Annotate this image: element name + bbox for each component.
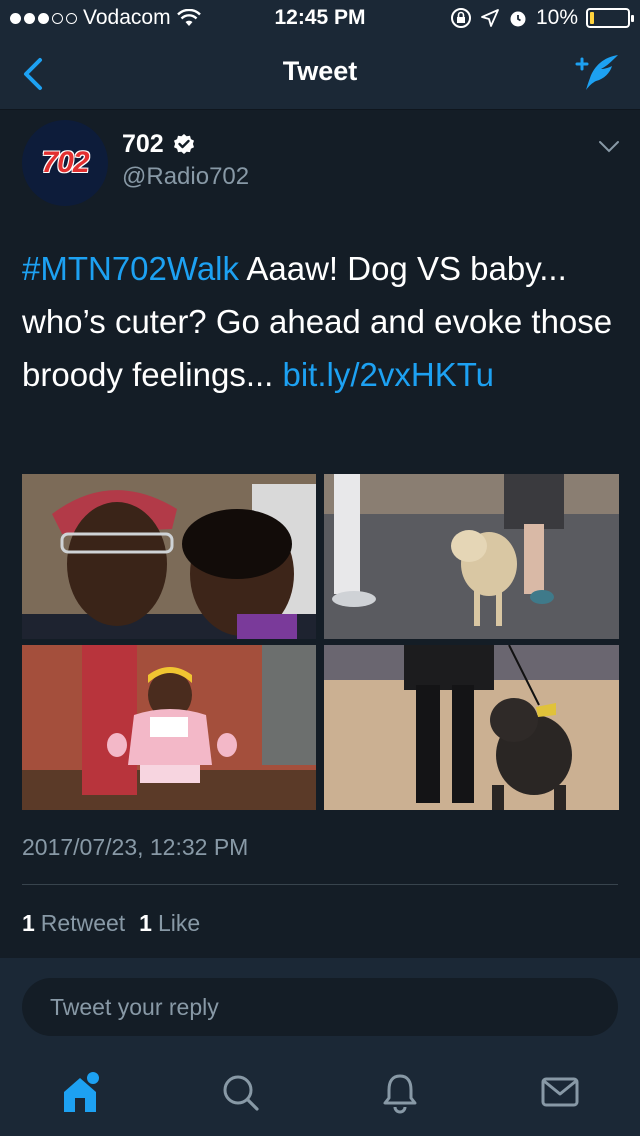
- tweet-timestamp: 2017/07/23, 12:32 PM: [22, 834, 249, 860]
- likes-stat[interactable]: 1 Like: [139, 910, 200, 937]
- author-name-row[interactable]: 702: [122, 130, 196, 159]
- retweet-label: Retweet: [40, 910, 126, 936]
- photo-toddler[interactable]: [22, 645, 316, 810]
- retweets-stat[interactable]: 1 Retweet: [22, 910, 125, 937]
- photo-dog-walk[interactable]: [324, 474, 619, 639]
- photo-man-and-child[interactable]: [22, 474, 316, 639]
- author-handle[interactable]: @Radio702: [122, 163, 249, 191]
- battery-percent: 10%: [535, 6, 578, 29]
- photo-pitbull[interactable]: [324, 645, 619, 810]
- location-icon: [481, 9, 499, 27]
- man-and-child-illustration: [22, 474, 316, 639]
- home-icon[interactable]: [60, 1070, 100, 1114]
- toddler-illustration: [22, 645, 316, 810]
- messages-envelope-icon[interactable]: [540, 1070, 580, 1114]
- avatar[interactable]: 702: [22, 120, 108, 206]
- url-link[interactable]: bit.ly/2vxHKTu: [283, 356, 495, 393]
- alarm-icon: [510, 11, 526, 27]
- battery-icon: [586, 8, 634, 28]
- verified-badge-icon: [173, 133, 194, 154]
- pitbull-illustration: [324, 645, 619, 810]
- avatar-logo-text: 702: [41, 146, 89, 179]
- navigation-bar: Tweet: [0, 36, 640, 110]
- media-grid: [22, 474, 619, 810]
- hashtag-link[interactable]: #MTN702Walk: [22, 250, 239, 287]
- retweet-count: 1: [22, 910, 35, 936]
- lock-rotation-icon: [450, 8, 471, 28]
- tweet-stats: 1 Retweet 1 Like: [22, 910, 200, 937]
- page-title: Tweet: [282, 56, 358, 86]
- compose-tweet-icon[interactable]: [574, 52, 622, 94]
- status-bar: Vodacom 12:45 PM 10%: [0, 0, 640, 36]
- chevron-down-icon[interactable]: [598, 140, 620, 154]
- like-label: Like: [157, 910, 201, 936]
- dog-walk-illustration: [324, 474, 619, 639]
- divider: [22, 884, 618, 885]
- search-icon[interactable]: [220, 1070, 260, 1114]
- author-display-name[interactable]: 702: [122, 130, 164, 159]
- battery-level-fill: [590, 12, 594, 24]
- notifications-bell-icon[interactable]: [380, 1070, 420, 1114]
- like-count: 1: [139, 910, 152, 936]
- status-right: 10%: [450, 6, 634, 30]
- reply-input[interactable]: [22, 978, 618, 1036]
- tweet-text: #MTN702Walk Aaaw! Dog VS baby... who’s c…: [22, 242, 622, 401]
